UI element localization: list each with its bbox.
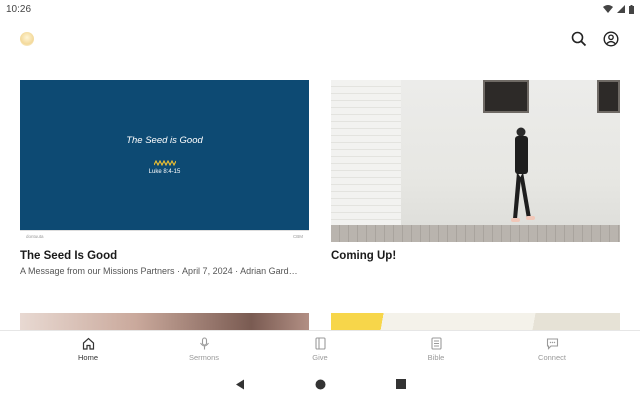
nav-label: Bible: [427, 353, 445, 362]
media-card-seed[interactable]: The Seed is Good Luke 8:4-15 dontuuta CB…: [20, 80, 309, 276]
microphone-icon: [199, 337, 209, 350]
status-icons: [603, 4, 634, 14]
card-title: Coming Up!: [331, 250, 397, 262]
nav-home[interactable]: Home: [48, 337, 128, 362]
search-button[interactable]: [570, 30, 588, 48]
signal-icon: [617, 5, 625, 13]
nav-give[interactable]: Give: [280, 337, 360, 362]
status-bar: 10:26: [0, 0, 640, 18]
media-card-coming-up[interactable]: Coming Up!: [331, 80, 620, 262]
media-card-partial-1[interactable]: [20, 313, 309, 331]
brick-wall: [331, 80, 401, 230]
media-card-partial-2[interactable]: [331, 313, 620, 331]
recents-icon[interactable]: [395, 379, 406, 389]
nav-label: Give: [312, 353, 328, 362]
card-title: The Seed Is Good: [20, 250, 118, 262]
app-bar: [0, 18, 640, 60]
nav-bible[interactable]: Bible: [396, 337, 476, 362]
wifi-icon: [603, 5, 613, 13]
window-left: [483, 80, 529, 113]
nav-label: Home: [77, 353, 98, 362]
bottom-navigation: Home Sermons Give Bible Connect: [0, 330, 640, 368]
artwork-footer: dontuuta CBM: [20, 230, 309, 242]
artwork-title: The Seed is Good: [126, 135, 203, 146]
nav-label: Connect: [538, 353, 566, 362]
sidewalk: [331, 225, 620, 242]
zigzag-decoration-icon: [153, 160, 176, 166]
window-right: [597, 80, 620, 113]
artwork-footer-right: CBM: [293, 234, 303, 239]
system-navigation-bar: [0, 368, 640, 400]
give-icon: [314, 337, 326, 350]
artwork-reference: Luke 8:4-15: [148, 169, 181, 175]
chat-icon: [546, 338, 558, 350]
card-thumbnail: The Seed is Good Luke 8:4-15 dontuuta CB…: [20, 80, 309, 242]
nav-label: Sermons: [188, 353, 219, 362]
home-icon: [82, 337, 94, 350]
back-icon[interactable]: [235, 379, 245, 390]
bible-icon: [430, 337, 442, 350]
seed-artwork: The Seed is Good Luke 8:4-15: [20, 80, 309, 230]
search-icon: [571, 31, 587, 47]
nav-connect[interactable]: Connect: [512, 337, 592, 362]
church-logo[interactable]: [20, 32, 34, 46]
walking-person-image: [511, 127, 535, 222]
home-circle-icon[interactable]: [315, 379, 326, 390]
nav-sermons[interactable]: Sermons: [164, 337, 244, 362]
card-subtitle: A Message from our Missions Partners · A…: [20, 266, 298, 276]
account-button[interactable]: [602, 30, 620, 48]
account-icon: [603, 31, 619, 47]
artwork-footer-left: dontuuta: [26, 234, 44, 239]
card-thumbnail: [331, 80, 620, 242]
status-time: 10:26: [6, 3, 32, 15]
battery-icon: [629, 4, 634, 14]
